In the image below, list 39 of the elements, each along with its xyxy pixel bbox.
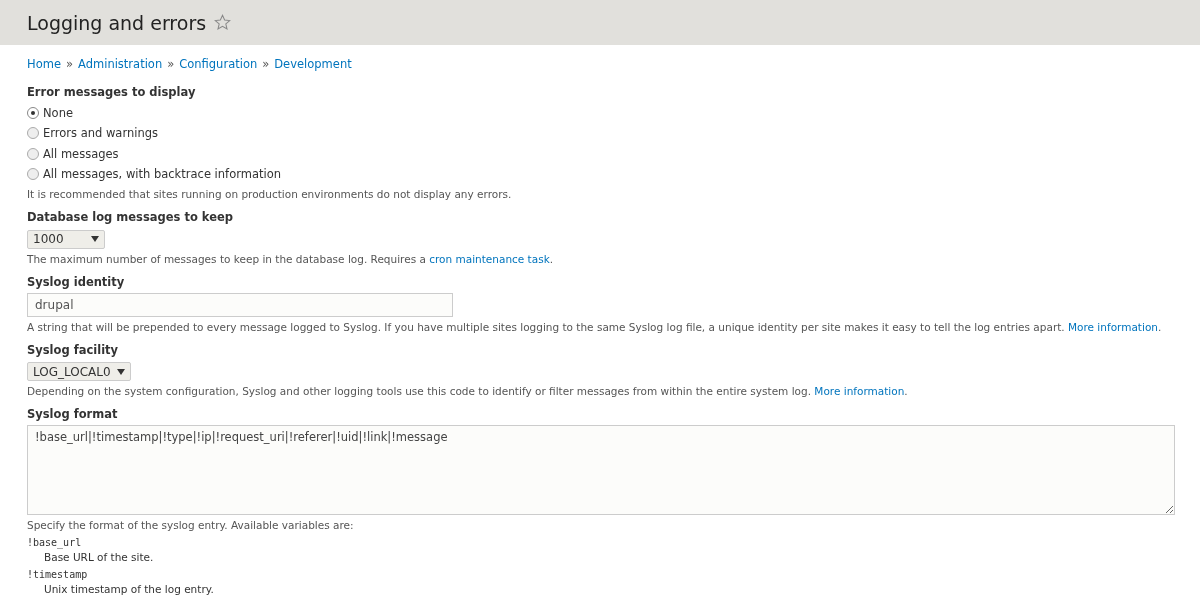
field-description: Specify the format of the syslog entry. Available variables are: xyxy=(27,519,355,532)
breadcrumb-link[interactable]: Configuration xyxy=(179,57,258,71)
radio-button[interactable] xyxy=(27,168,39,181)
radio-button[interactable] xyxy=(27,147,39,160)
breadcrumb-separator: » xyxy=(65,57,73,71)
variable-name: !base_url xyxy=(27,537,83,549)
field-label: Database log messages to keep xyxy=(27,210,234,225)
breadcrumb-separator: » xyxy=(167,57,175,71)
breadcrumb-link[interactable]: Development xyxy=(274,57,352,71)
radio-label: All messages xyxy=(43,146,119,161)
field-description: It is recommended that sites running on production environments do not display any errors. xyxy=(27,188,513,201)
field-label: Syslog identity xyxy=(27,274,126,289)
select-dropdown[interactable]: 1000 xyxy=(27,229,105,249)
breadcrumb-link[interactable]: Administration xyxy=(78,57,163,71)
text-field[interactable]: drupal xyxy=(27,292,453,317)
caret-icon xyxy=(116,368,125,375)
star-icon[interactable] xyxy=(214,14,232,31)
variable-description: Unix timestamp of the log entry. xyxy=(43,583,215,596)
radio-label: None xyxy=(43,106,73,121)
textarea-field[interactable]: !base_url|!timestamp|!type|!ip|!request_uri|!referer|!uid|!link|!message xyxy=(27,425,1175,516)
field-description: The maximum number of messages to keep in the database log. Requires a cron maintenance task. xyxy=(27,252,555,265)
radio-label: All messages, with backtrace information xyxy=(43,167,281,182)
field-label: Syslog facility xyxy=(27,342,120,357)
page-title: Logging and errors xyxy=(27,11,207,34)
more-link[interactable]: cron maintenance task xyxy=(429,252,550,265)
variable-name: !timestamp xyxy=(27,569,89,581)
radio-button[interactable] xyxy=(27,107,39,120)
field-description: A string that will be prepended to every message logged to Syslog. If you have multiple sites logging to the same Syslog log file, a unique identity per site makes it easy to tell the log entries apart. More information. xyxy=(27,320,1163,333)
breadcrumb-separator: » xyxy=(262,57,270,71)
field-label: Syslog format xyxy=(27,407,119,422)
field-label: Error messages to display xyxy=(27,85,197,99)
radio-label: Errors and warnings xyxy=(43,126,158,141)
variable-description: Base URL of the site. xyxy=(43,551,155,564)
caret-icon xyxy=(91,236,99,243)
field-description: Depending on the system configuration, Syslog and other logging tools use this code to identify or filter messages from within the entire system log. More information. xyxy=(27,385,909,398)
breadcrumb-link[interactable]: Home xyxy=(27,57,61,71)
more-link[interactable]: More information xyxy=(1068,320,1158,333)
radio-button[interactable] xyxy=(27,127,39,140)
select-dropdown[interactable]: LOG_LOCAL0 xyxy=(27,362,131,382)
